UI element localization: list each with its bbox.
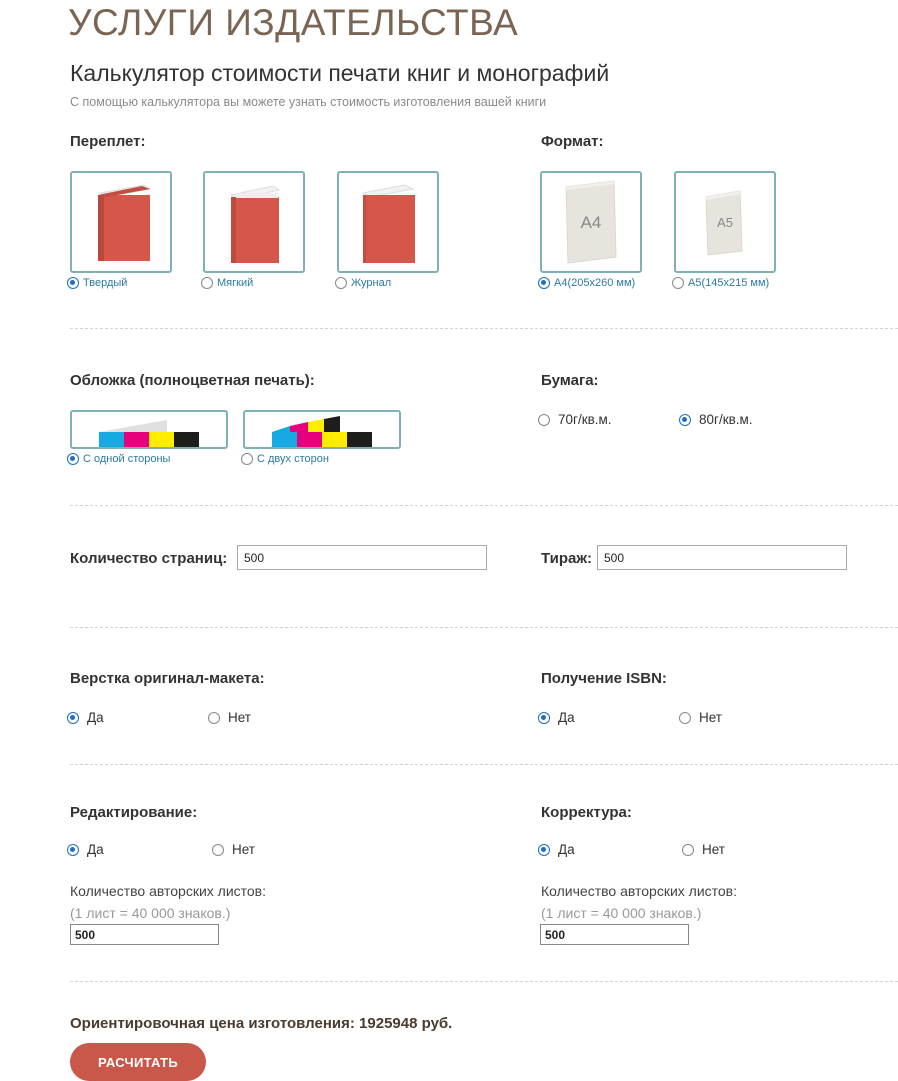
hardcover-book-icon bbox=[98, 184, 152, 261]
binding-option-magazine[interactable]: Журнал bbox=[335, 277, 391, 289]
layout-option-yes[interactable]: Да bbox=[67, 710, 104, 725]
proofreading-sheets-input[interactable] bbox=[540, 924, 689, 945]
isbn-option-no[interactable]: Нет bbox=[679, 710, 722, 725]
editing-sheets-label: Количество авторских листов: bbox=[70, 883, 267, 899]
softcover-book-icon bbox=[229, 185, 281, 263]
radio-editing-no[interactable] bbox=[212, 843, 224, 856]
layout-option-no-label: Нет bbox=[228, 710, 251, 725]
proofreading-option-no-label: Нет bbox=[702, 842, 725, 857]
radio-isbn-no[interactable] bbox=[679, 711, 691, 724]
proofreading-option-no[interactable]: Нет bbox=[682, 842, 725, 857]
radio-hard[interactable] bbox=[67, 277, 79, 289]
cover-option-two-sides-label: С двух сторон bbox=[257, 453, 329, 465]
divider bbox=[70, 328, 898, 329]
binding-option-magazine-label: Журнал bbox=[351, 277, 392, 289]
layout-option-no[interactable]: Нет bbox=[208, 710, 251, 725]
editing-label: Редактирование: bbox=[70, 804, 198, 821]
cmyk-two-sides-icon bbox=[272, 416, 372, 447]
paper-option-70-label: 70г/кв.м. bbox=[558, 412, 612, 427]
binding-label: Переплет: bbox=[70, 133, 146, 150]
isbn-option-yes-label: Да bbox=[558, 710, 575, 725]
format-option-a4[interactable]: A4(205x260 мм) bbox=[538, 277, 635, 289]
binding-option-soft[interactable]: Мягкий bbox=[201, 277, 253, 289]
binding-option-soft-label: Мягкий bbox=[217, 277, 254, 289]
format-card-a4-text: A4 bbox=[580, 213, 602, 232]
cover-card-two-sides[interactable] bbox=[243, 410, 401, 449]
page-description: С помощью калькулятора вы можете узнать … bbox=[70, 95, 547, 109]
format-option-a4-label: A4(205x260 мм) bbox=[554, 277, 636, 289]
radio-a5[interactable] bbox=[672, 277, 684, 289]
cover-option-one-side[interactable]: С одной стороны bbox=[67, 453, 170, 465]
radio-two-sides[interactable] bbox=[241, 453, 253, 465]
isbn-label: Получение ISBN: bbox=[541, 670, 667, 687]
radio-70[interactable] bbox=[538, 413, 550, 426]
binding-card-soft[interactable] bbox=[203, 171, 305, 273]
format-option-a5-label: A5(145x215 мм) bbox=[688, 277, 770, 289]
proofreading-sheets-label: Количество авторских листов: bbox=[541, 883, 738, 899]
proofreading-option-yes-label: Да bbox=[558, 842, 575, 857]
radio-proofreading-yes[interactable] bbox=[538, 843, 550, 856]
format-card-a5[interactable]: A5 bbox=[674, 171, 776, 273]
layout-label: Верстка оригинал-макета: bbox=[70, 670, 265, 687]
isbn-option-no-label: Нет bbox=[699, 710, 722, 725]
format-label: Формат: bbox=[541, 133, 604, 150]
editing-sheets-note: (1 лист = 40 000 знаков.) bbox=[70, 905, 231, 921]
format-card-a5-text: A5 bbox=[717, 215, 733, 230]
radio-one-side[interactable] bbox=[67, 453, 79, 465]
proofreading-label: Корректура: bbox=[541, 804, 632, 821]
magazine-icon bbox=[361, 184, 415, 263]
radio-magazine[interactable] bbox=[335, 277, 347, 289]
binding-option-hard[interactable]: Твердый bbox=[67, 277, 127, 289]
divider bbox=[70, 505, 898, 506]
format-card-a4[interactable]: A4 bbox=[540, 171, 642, 273]
estimated-price: Ориентировочная цена изготовления: 19259… bbox=[70, 1015, 453, 1032]
cover-option-two-sides[interactable]: С двух сторон bbox=[241, 453, 329, 465]
isbn-option-yes[interactable]: Да bbox=[538, 710, 575, 725]
pages-label: Количество страниц: bbox=[70, 550, 228, 567]
page-subtitle: Калькулятор стоимости печати книг и моно… bbox=[70, 60, 610, 86]
divider bbox=[70, 981, 898, 982]
cmyk-one-side-icon bbox=[99, 420, 199, 447]
divider bbox=[70, 627, 898, 628]
page-title: УСЛУГИ ИЗДАТЕЛЬСТВА bbox=[68, 2, 519, 43]
radio-editing-yes[interactable] bbox=[67, 843, 79, 856]
cover-card-one-side[interactable] bbox=[70, 410, 228, 449]
radio-a4[interactable] bbox=[538, 277, 550, 289]
editing-sheets-input[interactable] bbox=[70, 924, 219, 945]
calculate-button[interactable]: РАСЧИТАТЬ bbox=[70, 1043, 206, 1081]
pages-input[interactable] bbox=[237, 545, 487, 570]
paper-option-70[interactable]: 70г/кв.м. bbox=[538, 412, 612, 427]
cover-label: Обложка (полноцветная печать): bbox=[70, 372, 315, 389]
paper-label: Бумага: bbox=[541, 372, 599, 389]
run-label: Тираж: bbox=[541, 550, 592, 567]
cover-option-one-side-label: С одной стороны bbox=[83, 453, 171, 465]
radio-soft[interactable] bbox=[201, 277, 213, 289]
layout-option-yes-label: Да bbox=[87, 710, 104, 725]
editing-option-no-label: Нет bbox=[232, 842, 255, 857]
editing-option-yes-label: Да bbox=[87, 842, 104, 857]
editing-option-yes[interactable]: Да bbox=[67, 842, 104, 857]
proofreading-sheets-note: (1 лист = 40 000 знаков.) bbox=[541, 905, 702, 921]
radio-80[interactable] bbox=[679, 413, 691, 426]
radio-isbn-yes[interactable] bbox=[538, 711, 550, 724]
divider bbox=[70, 764, 898, 765]
paper-option-80-label: 80г/кв.м. bbox=[699, 412, 753, 427]
radio-layout-no[interactable] bbox=[208, 711, 220, 724]
run-input[interactable] bbox=[597, 545, 847, 570]
format-option-a5[interactable]: A5(145x215 мм) bbox=[672, 277, 769, 289]
binding-card-hard[interactable] bbox=[70, 171, 172, 273]
binding-option-hard-label: Твердый bbox=[83, 277, 128, 289]
radio-layout-yes[interactable] bbox=[67, 711, 79, 724]
editing-option-no[interactable]: Нет bbox=[212, 842, 255, 857]
proofreading-option-yes[interactable]: Да bbox=[538, 842, 575, 857]
radio-proofreading-no[interactable] bbox=[682, 843, 694, 856]
binding-card-magazine[interactable] bbox=[337, 171, 439, 273]
paper-option-80[interactable]: 80г/кв.м. bbox=[679, 412, 753, 427]
